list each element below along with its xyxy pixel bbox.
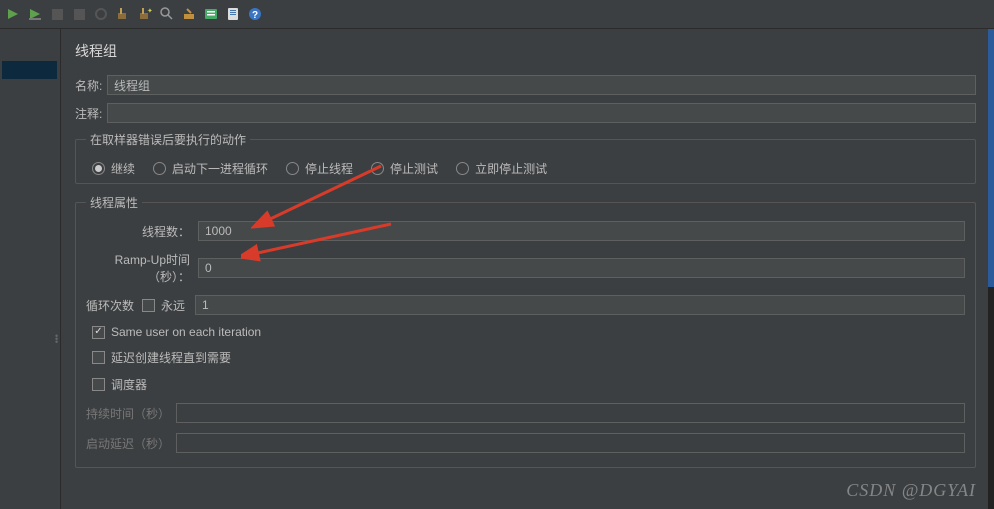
reset-search-icon[interactable] — [180, 5, 198, 23]
scheduler-checkbox[interactable]: 调度器 — [86, 376, 965, 393]
radio-1[interactable]: 启动下一进程循环 — [153, 160, 268, 177]
search-icon[interactable] — [158, 5, 176, 23]
loop-forever-checkbox[interactable]: 永远 — [142, 297, 185, 314]
same-user-checkbox[interactable]: ✓ Same user on each iteration — [86, 325, 965, 339]
thread-props-group: 线程属性 线程数： Ramp-Up时间（秒）： 循环次数 永远 ✓ Same u… — [75, 194, 976, 468]
radio-3[interactable]: 停止测试 — [371, 160, 438, 177]
shutdown-icon[interactable] — [92, 5, 110, 23]
rampup-label: Ramp-Up时间（秒）： — [86, 251, 198, 285]
name-label: 名称: — [75, 77, 107, 94]
right-edge-bar — [988, 29, 994, 287]
clear-icon[interactable] — [114, 5, 132, 23]
threads-label: 线程数： — [86, 223, 198, 240]
delay-create-checkbox[interactable]: 延迟创建线程直到需要 — [86, 349, 965, 366]
toolbar: ✦ ? — [0, 0, 994, 29]
splitter-grip[interactable]: ••• — [55, 335, 58, 344]
play-icon[interactable] — [4, 5, 22, 23]
function-icon[interactable] — [202, 5, 220, 23]
clear-all-icon[interactable]: ✦ — [136, 5, 154, 23]
error-action-legend: 在取样器错误后要执行的动作 — [86, 131, 250, 148]
play-alt-icon[interactable] — [26, 5, 44, 23]
startup-delay-label: 启动延迟（秒） — [86, 435, 176, 452]
loop-count-input[interactable] — [195, 295, 965, 315]
same-user-label: Same user on each iteration — [111, 325, 261, 339]
right-edge-bar-2 — [988, 287, 994, 509]
radio-4[interactable]: 立即停止测试 — [456, 160, 547, 177]
svg-text:?: ? — [252, 10, 258, 21]
radio-2[interactable]: 停止线程 — [286, 160, 353, 177]
threads-input[interactable] — [198, 221, 965, 241]
scheduler-label: 调度器 — [111, 376, 147, 393]
delay-create-label: 延迟创建线程直到需要 — [111, 349, 231, 366]
duration-label: 持续时间（秒） — [86, 405, 176, 422]
template-icon[interactable] — [224, 5, 242, 23]
loop-forever-label: 永远 — [161, 297, 185, 314]
config-panel: 线程组 名称: 注释: 在取样器错误后要执行的动作 继续 启动下一进程循环 停止线程… — [61, 29, 994, 509]
tree-panel[interactable] — [0, 29, 61, 509]
radio-0[interactable]: 继续 — [92, 160, 135, 177]
rampup-input[interactable] — [198, 258, 965, 278]
watermark: CSDN @DGYAI — [846, 480, 976, 501]
stop-icon[interactable] — [48, 5, 66, 23]
stop-all-icon[interactable] — [70, 5, 88, 23]
name-input[interactable] — [107, 75, 976, 95]
startup-delay-input — [176, 433, 965, 453]
duration-input — [176, 403, 965, 423]
tree-selected-node[interactable] — [2, 61, 57, 79]
svg-text:✦: ✦ — [147, 7, 152, 15]
error-action-group: 在取样器错误后要执行的动作 继续 启动下一进程循环 停止线程 停止测试 立即停止测试 — [75, 131, 976, 184]
loop-label: 循环次数 — [86, 297, 142, 314]
panel-title: 线程组 — [75, 41, 976, 61]
thread-props-legend: 线程属性 — [86, 194, 142, 211]
comment-input[interactable] — [107, 103, 976, 123]
help-icon[interactable]: ? — [246, 5, 264, 23]
comment-label: 注释: — [75, 105, 107, 122]
